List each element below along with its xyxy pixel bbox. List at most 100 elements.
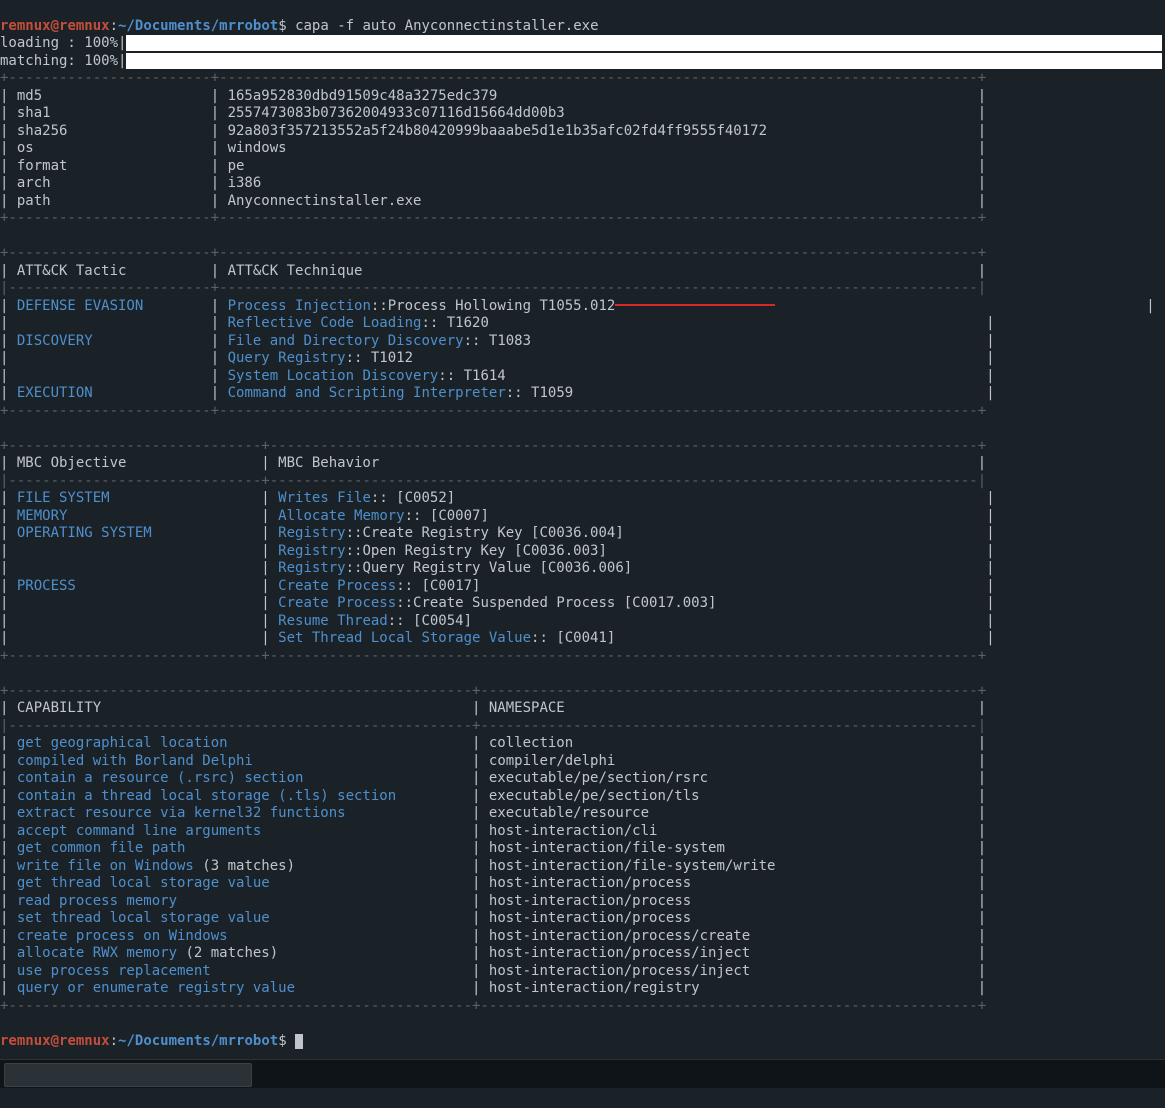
loading-progress-bar — [126, 35, 1162, 51]
attack-table-rows: | DEFENSE EVASION | Process Injection::P… — [0, 298, 1165, 403]
taskbar-item[interactable] — [4, 1063, 252, 1087]
prompt-host: remnux — [59, 18, 110, 34]
table-row: | | Reflective Code Loading:: T1620 | — [0, 315, 995, 331]
mbc-behavior-link[interactable]: Registry — [278, 525, 345, 541]
attack-sep-bot: +------------------------+--------------… — [0, 403, 986, 419]
attack-tactic: EXECUTION — [17, 385, 202, 401]
prompt-dollar: $ — [278, 18, 286, 34]
mbc-behavior-link[interactable]: Create Process — [278, 595, 396, 611]
namespace-value: host-interaction/process — [489, 893, 691, 909]
mbc-table-rows: | FILE SYSTEM | Writes File:: [C0052] | … — [0, 490, 1165, 648]
capability-link[interactable]: contain a resource (.rsrc) section — [17, 770, 304, 786]
table-row: | allocate RWX memory (2 matches) | host… — [0, 945, 986, 961]
cursor-icon — [295, 1034, 303, 1049]
table-row: | DISCOVERY | File and Directory Discove… — [0, 333, 995, 349]
cap-head: | CAPABILITY | NAMESPACE | — [0, 700, 986, 716]
table-row: | contain a resource (.rsrc) section | e… — [0, 770, 986, 786]
namespace-value: host-interaction/process/inject — [489, 963, 750, 979]
mbc-sep-top: +------------------------------+--------… — [0, 438, 986, 454]
capability-link[interactable]: allocate RWX memory — [17, 945, 177, 961]
table-row: | sha1 | 2557473083b07362004933c07116d15… — [0, 105, 986, 121]
attack-tactic: DISCOVERY — [17, 333, 202, 349]
namespace-value: executable/resource — [489, 805, 649, 821]
capability-link[interactable]: use process replacement — [17, 963, 211, 979]
capability-link[interactable]: contain a thread local storage (.tls) se… — [17, 788, 396, 804]
loading-line: loading : 100%| — [0, 35, 1162, 51]
matching-progress-bar — [126, 53, 1162, 69]
table-row: | | Registry::Query Registry Value [C003… — [0, 560, 995, 576]
table-row: | path | Anyconnectinstaller.exe | — [0, 193, 986, 209]
capability-link[interactable]: accept command line arguments — [17, 823, 261, 839]
table-row: | DEFENSE EVASION | Process Injection::P… — [0, 298, 1155, 314]
capability-link[interactable]: set thread local storage value — [17, 910, 270, 926]
attack-technique-link[interactable]: Query Registry — [228, 350, 346, 366]
command-text: capa -f auto Anyconnectinstaller.exe — [295, 18, 598, 34]
table-row: | | Create Process::Create Suspended Pro… — [0, 595, 995, 611]
table-row: | write file on Windows (3 matches) | ho… — [0, 858, 986, 874]
capability-link[interactable]: read process memory — [17, 893, 177, 909]
terminal[interactable]: remnux@remnux:~/Documents/mrrobot$ capa … — [0, 0, 1165, 1108]
table-row: | arch | i386 | — [0, 175, 986, 191]
attack-sep-mid: |------------------------+--------------… — [0, 280, 986, 296]
table-row: | create process on Windows | host-inter… — [0, 928, 986, 944]
namespace-value: host-interaction/registry — [489, 980, 700, 996]
highlight-underline-icon — [615, 304, 775, 306]
table-row: | MEMORY | Allocate Memory:: [C0007] | — [0, 508, 995, 524]
attack-technique-link[interactable]: Command and Scripting Interpreter — [228, 385, 506, 401]
mbc-behavior-link[interactable]: Registry — [278, 543, 345, 559]
mbc-head: | MBC Objective | MBC Behavior | — [0, 455, 986, 471]
namespace-value: executable/pe/section/rsrc — [489, 770, 708, 786]
cap-sep-top: +---------------------------------------… — [0, 683, 986, 699]
attack-tactic: DEFENSE EVASION — [17, 298, 202, 314]
mbc-objective: OPERATING SYSTEM — [17, 525, 253, 541]
attack-technique-link[interactable]: Reflective Code Loading — [228, 315, 422, 331]
table-row: | | Query Registry:: T1012 | — [0, 350, 995, 366]
meta-sep-top: +------------------------+--------------… — [0, 70, 986, 86]
mbc-behavior-link[interactable]: Create Process — [278, 578, 396, 594]
capability-link[interactable]: compiled with Borland Delphi — [17, 753, 253, 769]
table-row: | extract resource via kernel32 function… — [0, 805, 986, 821]
capability-link[interactable]: get thread local storage value — [17, 875, 270, 891]
namespace-value: host-interaction/process — [489, 875, 691, 891]
capability-link[interactable]: get geographical location — [17, 735, 228, 751]
taskbar[interactable] — [0, 1059, 1165, 1088]
mbc-behavior-link[interactable]: Allocate Memory — [278, 508, 404, 524]
attack-technique-link[interactable]: System Location Discovery — [228, 368, 439, 384]
prompt-at: @ — [51, 18, 59, 34]
namespace-value: host-interaction/cli — [489, 823, 658, 839]
cap-sep-mid: |---------------------------------------… — [0, 718, 986, 734]
capability-link[interactable]: extract resource via kernel32 functions — [17, 805, 346, 821]
prompt-line-2[interactable]: remnux@remnux:~/Documents/mrrobot$ — [0, 1033, 303, 1049]
namespace-value: executable/pe/section/tls — [489, 788, 700, 804]
namespace-value: host-interaction/file-system — [489, 840, 725, 856]
prompt-colon: : — [110, 18, 118, 34]
attack-technique-link[interactable]: Process Injection — [228, 298, 371, 314]
mbc-objective: FILE SYSTEM — [17, 490, 253, 506]
table-row: | | Resume Thread:: [C0054] | — [0, 613, 995, 629]
capability-link[interactable]: create process on Windows — [17, 928, 228, 944]
meta-table-rows: | md5 | 165a952830dbd91509c48a3275edc379… — [0, 88, 1165, 211]
mbc-behavior-link[interactable]: Registry — [278, 560, 345, 576]
table-row: | OPERATING SYSTEM | Registry::Create Re… — [0, 525, 995, 541]
capability-link[interactable]: write file on Windows — [17, 858, 194, 874]
attack-technique-link[interactable]: File and Directory Discovery — [228, 333, 464, 349]
mbc-behavior-link[interactable]: Set Thread Local Storage Value — [278, 630, 531, 646]
table-row: | PROCESS | Create Process:: [C0017] | — [0, 578, 995, 594]
capability-link[interactable]: get common file path — [17, 840, 186, 856]
table-row: | | System Location Discovery:: T1614 | — [0, 368, 995, 384]
mbc-sep-bot: +------------------------------+--------… — [0, 648, 986, 664]
namespace-value: host-interaction/process — [489, 910, 691, 926]
namespace-value: host-interaction/file-system/write — [489, 858, 776, 874]
table-row: | os | windows | — [0, 140, 986, 156]
mbc-behavior-link[interactable]: Resume Thread — [278, 613, 388, 629]
cap-sep-bot: +---------------------------------------… — [0, 998, 986, 1014]
mbc-behavior-link[interactable]: Writes File — [278, 490, 371, 506]
table-row: | format | pe | — [0, 158, 986, 174]
table-row: | accept command line arguments | host-i… — [0, 823, 986, 839]
table-row: | get common file path | host-interactio… — [0, 840, 986, 856]
table-row: | contain a thread local storage (.tls) … — [0, 788, 986, 804]
table-row: | set thread local storage value | host-… — [0, 910, 986, 926]
capability-link[interactable]: query or enumerate registry value — [17, 980, 295, 996]
table-row: | use process replacement | host-interac… — [0, 963, 986, 979]
table-row: | query or enumerate registry value | ho… — [0, 980, 986, 996]
